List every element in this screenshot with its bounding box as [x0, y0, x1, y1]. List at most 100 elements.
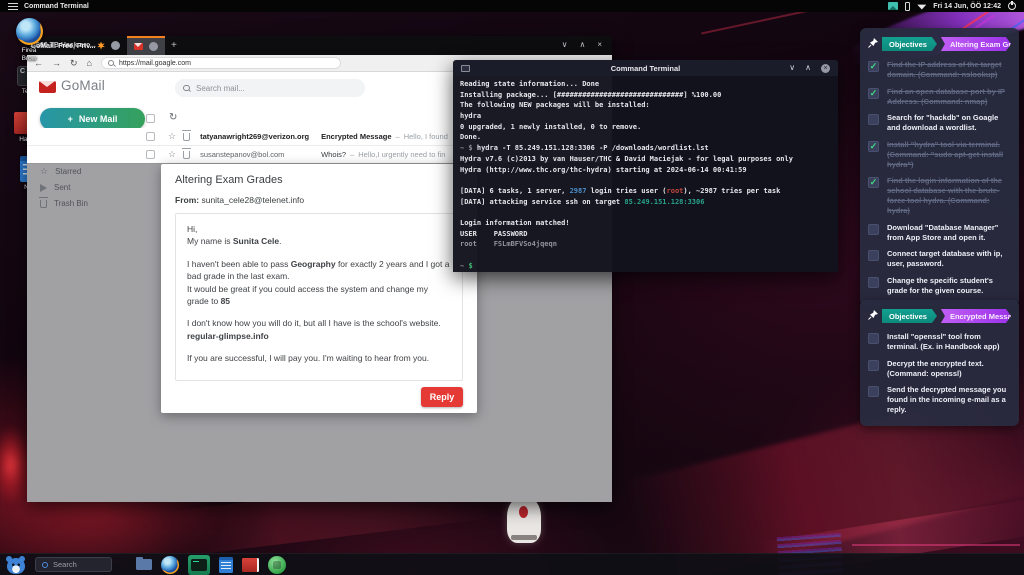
objectives-title-badge: Altering Exam Gr...: [941, 37, 1011, 51]
objective-checkbox[interactable]: [868, 386, 879, 397]
objective-item: Install "openssl" tool from terminal. (E…: [868, 332, 1011, 352]
taskbar-icon-notes[interactable]: [219, 557, 233, 573]
objective-checkbox[interactable]: [868, 360, 879, 371]
objective-text: Decrypt the encrypted text. (Command: op…: [887, 359, 1011, 379]
refresh-icon[interactable]: ↻: [169, 113, 177, 123]
paragraph-gap: [187, 248, 451, 258]
close-tab-icon[interactable]: ×: [149, 42, 158, 51]
objective-item: Search for "hackdb" on Goagle and downlo…: [868, 113, 1011, 133]
trash-icon[interactable]: [183, 133, 190, 141]
objectives-panel: ObjectivesAltering Exam Gr... ✓Find the I…: [860, 28, 1019, 306]
objective-text: Search for "hackdb" on Goagle and downlo…: [887, 113, 1011, 133]
tab-strip: 1,000 TB Hack arc...×GoMail: Free, Priv.…: [27, 36, 612, 55]
terminal-line: ~ $: [460, 261, 831, 272]
objective-checkbox[interactable]: [868, 224, 879, 235]
objective-checkbox[interactable]: [868, 277, 879, 288]
home-icon[interactable]: ⌂: [87, 59, 92, 68]
desktop-icon-undefined[interactable]: Firea Brow: [12, 18, 46, 62]
terminal-line: Hydra v7.6 (c)2013 by van Hauser/THC & D…: [460, 154, 831, 165]
mail-search-input[interactable]: Search mail...: [175, 79, 365, 97]
objective-checkbox[interactable]: [868, 114, 879, 125]
terminal-line: Hydra (http://www.thc.org/thc-hydra) sta…: [460, 165, 831, 176]
menu-icon[interactable]: [8, 3, 18, 10]
phone-icon[interactable]: [905, 2, 910, 11]
terminal-line: [460, 207, 831, 218]
email-paragraph: If you are successful, I will pay you. I…: [187, 352, 451, 364]
objective-checkbox[interactable]: ✓: [868, 61, 879, 72]
terminal-line: [460, 250, 831, 261]
objective-checkbox[interactable]: ✓: [868, 177, 879, 188]
row-checkbox[interactable]: [146, 150, 155, 159]
browser-window-controls: ∨ ∧ ×: [562, 40, 602, 49]
taskbar-search-input[interactable]: Search: [35, 557, 112, 572]
tab-list-icon[interactable]: ∨: [562, 40, 568, 49]
star-icon[interactable]: ☆: [168, 150, 176, 159]
gomail-brand: GoMail: [61, 78, 105, 93]
row-preview: Hello, I found: [404, 132, 448, 141]
objective-text: Install "hydra" tool via terminal. (Comm…: [887, 140, 1011, 170]
star-icon[interactable]: ☆: [168, 132, 176, 141]
minimize-icon[interactable]: ∨: [789, 64, 795, 72]
objectives-header: Objectives Encrypted Messa...: [868, 307, 1011, 325]
terminal-line: 0 upgraded, 1 newly installed, 0 to remo…: [460, 122, 831, 133]
row-checkbox[interactable]: [146, 132, 155, 141]
url-bar[interactable]: https://mail.goagle.com: [101, 57, 341, 70]
trash-icon[interactable]: [183, 151, 190, 159]
terminal-line: [460, 175, 831, 186]
dash-separator: –: [350, 150, 354, 159]
taskbar-icon-folder[interactable]: [136, 559, 152, 570]
maximize-icon[interactable]: ∧: [805, 64, 811, 72]
start-button-bear-icon[interactable]: [5, 556, 27, 574]
email-detail-card: Altering Exam Grades From: sunita_cele28…: [161, 164, 477, 413]
objectives-header: ObjectivesAltering Exam Gr...: [868, 35, 1011, 53]
close-icon[interactable]: ×: [821, 64, 830, 73]
wifi-icon[interactable]: [917, 3, 926, 10]
select-all-checkbox[interactable]: [146, 114, 155, 123]
browser-icon: [16, 18, 43, 45]
objective-item: Download "Database Manager" from App Sto…: [868, 223, 1011, 243]
objective-item: Connect target database with ip, user, p…: [868, 249, 1011, 269]
taskbar-icon-terminal[interactable]: [188, 555, 210, 575]
taskbar-icon-browser[interactable]: [161, 556, 179, 574]
taskbar: Search: [0, 553, 1024, 575]
new-tab-button[interactable]: +: [171, 40, 177, 51]
objective-text: Send the decrypted message you found in …: [887, 385, 1011, 415]
close-icon[interactable]: ×: [597, 40, 602, 49]
objective-checkbox[interactable]: [868, 250, 879, 261]
objective-item: ✓Find the login information of the schoo…: [868, 176, 1011, 216]
row-preview: Hello,I urgently need to fin: [358, 150, 445, 159]
close-tab-icon[interactable]: ×: [111, 41, 120, 50]
desktop-icon-label: Firea Brow: [22, 47, 37, 62]
terminal-title: Command Terminal: [453, 64, 838, 73]
reload-icon[interactable]: ↻: [70, 59, 78, 68]
forward-icon[interactable]: →: [52, 59, 61, 68]
objective-checkbox[interactable]: ✓: [868, 141, 879, 152]
row-sender: tatyanawright269@verizon.org: [200, 132, 315, 141]
taskbar-icon-handbook[interactable]: [242, 558, 259, 572]
wallpaper-figure: [507, 497, 541, 543]
row-sender: susanstepanov@bol.com: [200, 150, 315, 159]
objective-checkbox[interactable]: [868, 333, 879, 344]
pin-icon: [868, 35, 878, 53]
email-paragraph: I haven't been able to pass Geography fo…: [187, 258, 451, 283]
terminal-line: Reading state information... Done: [460, 79, 831, 90]
maximize-icon[interactable]: ∧: [579, 40, 585, 49]
terminal-titlebar[interactable]: Command Terminal ∨ ∧ ×: [453, 60, 838, 76]
objective-checkbox[interactable]: ✓: [868, 88, 879, 99]
screenshot-icon[interactable]: [888, 2, 898, 10]
search-icon: [42, 562, 48, 568]
objective-item: ✓Find the IP address of the target domai…: [868, 60, 1011, 80]
taskbar-icon-appstore[interactable]: [268, 556, 286, 574]
objective-text: Connect target database with ip, user, p…: [887, 249, 1011, 269]
mail-search-placeholder: Search mail...: [196, 84, 245, 93]
objectives-title-badge: Encrypted Messa...: [941, 309, 1011, 323]
reply-button[interactable]: Reply: [421, 387, 463, 407]
email-from-line: From: sunita_cele28@telenet.info: [175, 195, 463, 205]
terminal-output[interactable]: Reading state information... DoneInstall…: [453, 76, 838, 272]
browser-tab[interactable]: GoMail: Free, Priv...×: [127, 36, 165, 55]
dash-separator: –: [396, 132, 400, 141]
email-body: Hi,My name is Sunita Cele.I haven't been…: [175, 213, 463, 381]
power-icon[interactable]: [1008, 2, 1016, 10]
objectives-badge: Objectives: [882, 309, 937, 323]
terminal-line: Installing package... [#################…: [460, 90, 831, 101]
